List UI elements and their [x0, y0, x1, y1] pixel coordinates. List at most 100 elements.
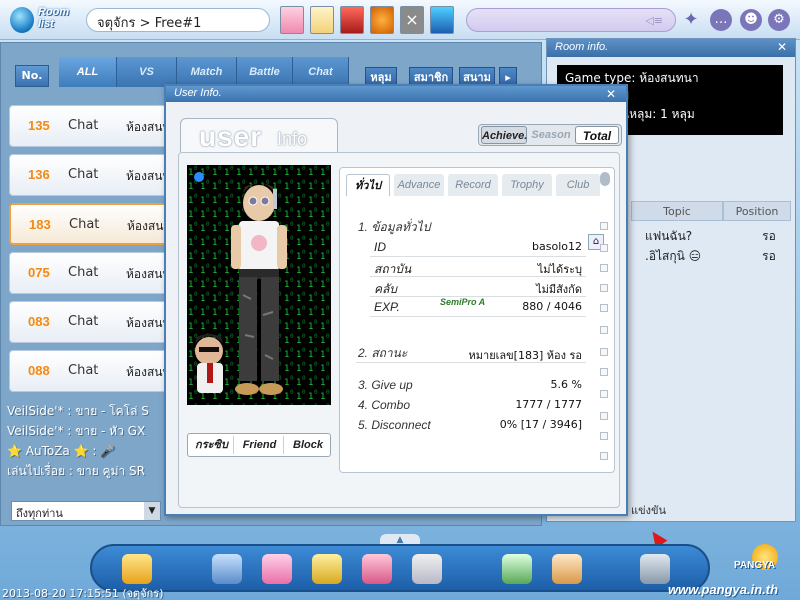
- player-position: รอ: [762, 249, 776, 263]
- whisper-target-select[interactable]: ถึงทุกท่าน ▼: [11, 501, 161, 521]
- sort-number-button[interactable]: No.: [15, 65, 49, 87]
- chat-input[interactable]: ◁≡: [466, 8, 676, 32]
- logo-info-text: Info: [277, 129, 308, 149]
- field-label-exp: EXP.: [374, 300, 400, 314]
- avatar-icon-pink[interactable]: [280, 6, 304, 34]
- chat-line: เล่นไปเรื่อย : ขาย คูม่า SR: [7, 464, 145, 478]
- room-row-selected[interactable]: 183 Chat ห้องสนทนา: [9, 203, 171, 245]
- field-value-exp: 880 / 4046: [522, 300, 582, 313]
- settings-face-icon[interactable]: [640, 554, 670, 584]
- exit-door-icon[interactable]: [122, 554, 152, 584]
- checkbox[interactable]: [600, 244, 608, 252]
- checkbox[interactable]: [600, 222, 608, 230]
- gift-icon[interactable]: [262, 554, 292, 584]
- scroll-handle[interactable]: [600, 172, 610, 186]
- tab-club[interactable]: Club: [556, 174, 600, 196]
- room-number: 135: [28, 118, 50, 133]
- ghost-icon[interactable]: ☻: [740, 9, 762, 31]
- divider: [356, 362, 586, 363]
- room-number: 083: [28, 314, 50, 329]
- field-label-id: ID: [374, 240, 386, 254]
- avatar-illustration: 1 0: [187, 165, 331, 405]
- tab-chat[interactable]: Chat: [293, 57, 349, 87]
- tab-match[interactable]: Match: [177, 57, 237, 87]
- detail-tabs: ทั่วไป Advance Record Trophy Club: [346, 174, 600, 196]
- house-icon[interactable]: [362, 554, 392, 584]
- room-number: 075: [28, 265, 50, 280]
- chevron-down-icon[interactable]: ▼: [144, 502, 160, 520]
- bottom-dock: [90, 544, 710, 592]
- mail-icon[interactable]: [552, 554, 582, 584]
- club-logo-icon[interactable]: [412, 554, 442, 584]
- disconnect-value: 0% [17 / 3946]: [499, 418, 582, 431]
- chat-line: VeilSide'* : ขาย - หัว GX: [7, 424, 146, 438]
- player-topic: แฟนฉัน?: [645, 229, 693, 243]
- logo-user-text: user: [199, 121, 263, 152]
- checkbox[interactable]: [600, 412, 608, 420]
- chat-line: VeilSide'* : ขาย - โคโล่ S: [7, 404, 149, 418]
- room-mode: Chat: [68, 314, 99, 329]
- room-number: 088: [28, 363, 50, 378]
- close-icon[interactable]: ✕: [606, 87, 616, 101]
- tab-advance[interactable]: Advance: [394, 174, 444, 196]
- player-position: รอ: [762, 229, 776, 243]
- position-header: Position: [723, 201, 791, 221]
- tab-total[interactable]: Total: [575, 126, 619, 144]
- checkbox[interactable]: [600, 284, 608, 292]
- player-table-header: Topic Position: [631, 201, 791, 221]
- close-icon[interactable]: ✕: [777, 40, 787, 54]
- tab-all[interactable]: ALL: [59, 57, 117, 87]
- gear-icon[interactable]: ⚙: [768, 9, 790, 31]
- checkbox[interactable]: [600, 348, 608, 356]
- map-icon[interactable]: [430, 6, 454, 34]
- club-icon[interactable]: [340, 6, 364, 34]
- pumpkin-icon[interactable]: [370, 6, 394, 34]
- checkbox[interactable]: [600, 264, 608, 272]
- whisper-button[interactable]: กระซิบ: [190, 436, 234, 454]
- tab-vs[interactable]: VS: [117, 57, 177, 87]
- checkbox[interactable]: [600, 432, 608, 440]
- room-row[interactable]: 135 Chat ห้องสนทนา: [9, 105, 170, 147]
- speech-icon[interactable]: …: [710, 9, 732, 31]
- checkbox[interactable]: [600, 390, 608, 398]
- lobby-icon[interactable]: [502, 554, 532, 584]
- room-list-logo[interactable]: Room list: [6, 3, 82, 37]
- room-mode: Chat: [68, 167, 99, 182]
- tab-achieve[interactable]: Achieve.: [481, 126, 527, 144]
- player-row[interactable]: .อิไสกุนิ 😑 รอ: [631, 247, 791, 267]
- room-mode: Chat: [68, 363, 99, 378]
- tab-record[interactable]: Record: [448, 174, 498, 196]
- cat-icon[interactable]: [310, 6, 334, 34]
- checkbox[interactable]: [600, 452, 608, 460]
- chat-log: VeilSide'* : ขาย - โคโล่ S VeilSide'* : …: [7, 401, 167, 491]
- divider: [370, 276, 586, 277]
- logo-line1: Room: [38, 6, 70, 18]
- checkbox[interactable]: [600, 304, 608, 312]
- checkbox[interactable]: [600, 368, 608, 376]
- tab-general[interactable]: ทั่วไป: [346, 174, 390, 196]
- room-mode: Chat: [68, 265, 99, 280]
- block-button[interactable]: Block: [286, 436, 330, 454]
- tab-season[interactable]: Season: [529, 126, 573, 144]
- checkbox[interactable]: [600, 326, 608, 334]
- room-row[interactable]: 088 Chat ห้องสนทนา: [9, 350, 170, 392]
- room-row[interactable]: 136 Chat ห้องสนทนา: [9, 154, 170, 196]
- stat-tabs: Achieve. Season Total: [478, 124, 622, 146]
- room-row[interactable]: 075 Chat ห้องสนทนา: [9, 252, 170, 294]
- brand-text: PANGYA: [734, 560, 776, 571]
- tab-trophy[interactable]: Trophy: [502, 174, 552, 196]
- topic-header: Topic: [631, 201, 723, 221]
- close-x-icon[interactable]: ×: [400, 6, 424, 34]
- player-row[interactable]: แฟนฉัน? รอ: [631, 227, 791, 247]
- field-value-id: basolo12: [532, 240, 582, 253]
- user-info-logo: user Info: [180, 118, 338, 152]
- tab-battle[interactable]: Battle: [237, 57, 293, 87]
- giveup-value: 5.6 %: [550, 378, 582, 391]
- shop-icon[interactable]: [212, 554, 242, 584]
- trophy-icon[interactable]: [312, 554, 342, 584]
- sparkle-icon[interactable]: ✦: [680, 9, 702, 31]
- friend-button[interactable]: Friend: [236, 436, 284, 454]
- room-row[interactable]: 083 Chat ห้องสนทนา: [9, 301, 170, 343]
- rank-label: SemiPro A: [440, 297, 486, 307]
- giveup-label: 3. Give up: [358, 378, 413, 392]
